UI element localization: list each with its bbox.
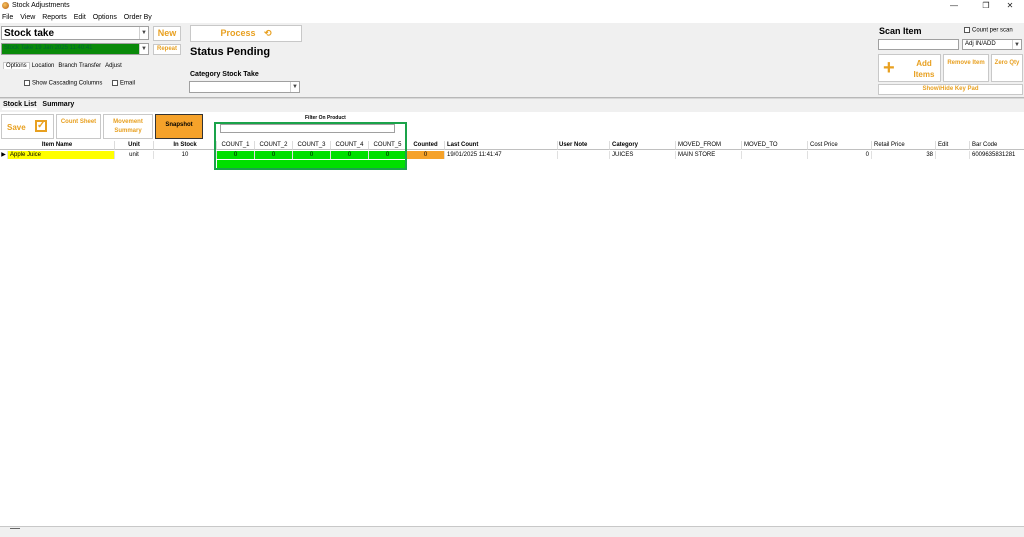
column-header-category[interactable]: Category bbox=[610, 141, 676, 150]
stock-take-session-select[interactable]: Stock Take 19 Jan 2025 11:40:41 ▼ bbox=[1, 43, 149, 55]
cell-counted[interactable]: 0 bbox=[407, 151, 445, 159]
adjust-mode-value: Adj IN/ADD bbox=[965, 41, 996, 47]
chevron-down-icon: ▼ bbox=[1012, 40, 1021, 49]
cascading-columns-checkbox[interactable]: Show Cascading Columns bbox=[24, 80, 102, 87]
cell-user-note[interactable] bbox=[558, 151, 610, 159]
checkmark-icon: ✓ bbox=[35, 120, 47, 132]
add-items-button[interactable]: + Add Items bbox=[878, 54, 941, 82]
stock-take-type-value: Stock take bbox=[4, 28, 55, 39]
scan-item-label: Scan Item bbox=[879, 26, 922, 36]
app-icon bbox=[2, 2, 9, 9]
chevron-down-icon: ▼ bbox=[139, 44, 148, 54]
chevron-down-icon: ▼ bbox=[139, 27, 148, 39]
movement-summary-button[interactable]: Movement Summary bbox=[103, 114, 153, 139]
snapshot-button[interactable]: Snapshot bbox=[155, 114, 203, 139]
save-label: Save bbox=[7, 123, 26, 132]
filter-label: Filter On Product bbox=[305, 115, 346, 121]
refresh-icon: ⟲ bbox=[264, 28, 272, 38]
category-label: Category Stock Take bbox=[190, 71, 259, 78]
repeat-button[interactable]: Repeat bbox=[153, 44, 181, 55]
chevron-down-icon: ▼ bbox=[290, 82, 299, 92]
stock-take-session-value: Stock Take 19 Jan 2025 11:40:41 bbox=[4, 45, 93, 51]
stock-grid: Item Name Unit In Stock COUNT_1 COUNT_2 … bbox=[0, 141, 1024, 526]
status-label: Status Pending bbox=[190, 46, 271, 58]
cell-retail-price[interactable]: 38 bbox=[872, 151, 936, 159]
count-sheet-button[interactable]: Count Sheet bbox=[56, 114, 101, 139]
menu-file[interactable]: File bbox=[2, 12, 13, 23]
minimize-button[interactable]: — bbox=[940, 0, 968, 12]
zero-qty-button[interactable]: Zero Qty bbox=[991, 54, 1023, 82]
cell-last-count[interactable]: 19/01/2025 11:41:47 bbox=[445, 151, 558, 159]
status-bar bbox=[0, 526, 1024, 537]
title-bar: Stock Adjustments — ❐ ✕ bbox=[0, 0, 1024, 12]
save-button[interactable]: Save ✓ bbox=[1, 114, 54, 139]
menu-bar: File View Reports Edit Options Order By bbox=[0, 12, 1024, 23]
tab-summary[interactable]: Summary bbox=[39, 101, 77, 108]
row-pointer-icon: ▶ bbox=[0, 151, 8, 159]
category-select[interactable]: ▼ bbox=[189, 81, 300, 93]
menu-view[interactable]: View bbox=[20, 12, 35, 23]
count-per-scan-label: Count per scan bbox=[972, 27, 1013, 34]
column-header-cost-price[interactable]: Cost Price bbox=[808, 141, 872, 150]
email-checkbox[interactable]: Email bbox=[112, 80, 135, 87]
stock-list-toolbar: Save ✓ Count Sheet Movement Summary Snap… bbox=[0, 112, 1024, 141]
menu-options[interactable]: Options bbox=[93, 12, 117, 23]
checkbox-box bbox=[24, 80, 30, 86]
cell-edit[interactable] bbox=[936, 151, 970, 159]
top-panel: Stock take ▼ Stock Take 19 Jan 2025 11:4… bbox=[0, 23, 1024, 98]
grip-handle[interactable] bbox=[10, 528, 20, 529]
new-button[interactable]: New bbox=[153, 26, 181, 41]
menu-reports[interactable]: Reports bbox=[42, 12, 67, 23]
column-header-item-name[interactable]: Item Name bbox=[0, 141, 115, 150]
checkbox-box bbox=[964, 27, 970, 33]
column-header-user-note[interactable]: User Note bbox=[558, 141, 610, 150]
cell-moved-to[interactable] bbox=[742, 151, 808, 159]
option-tabs: Options Location Branch Transfer Adjust bbox=[3, 62, 124, 69]
cell-moved-from[interactable]: MAIN STORE bbox=[676, 151, 742, 159]
cell-cost-price[interactable]: 0 bbox=[808, 151, 872, 159]
cell-item-name[interactable]: Apple Juice bbox=[8, 151, 115, 159]
process-label: Process bbox=[220, 28, 256, 38]
column-header-bar-code[interactable]: Bar Code bbox=[970, 141, 1024, 150]
cell-unit[interactable]: unit bbox=[115, 151, 154, 159]
add-items-label: Add Items bbox=[913, 59, 935, 79]
tab-adjust[interactable]: Adjust bbox=[103, 63, 124, 69]
menu-edit[interactable]: Edit bbox=[74, 12, 86, 23]
plus-icon: + bbox=[883, 57, 895, 79]
tab-location[interactable]: Location bbox=[30, 63, 57, 69]
cell-bar-code[interactable]: 6009635831281 bbox=[970, 151, 1024, 159]
separator bbox=[0, 97, 1024, 99]
column-header-unit[interactable]: Unit bbox=[115, 141, 154, 150]
cascading-columns-label: Show Cascading Columns bbox=[32, 80, 103, 87]
tab-stock-list[interactable]: Stock List bbox=[2, 101, 38, 110]
column-header-in-stock[interactable]: In Stock bbox=[154, 141, 217, 150]
adjust-mode-select[interactable]: Adj IN/ADD ▼ bbox=[962, 39, 1022, 50]
scan-item-input[interactable] bbox=[878, 39, 959, 50]
keypad-toggle-button[interactable]: Show\Hide Key Pad bbox=[878, 84, 1023, 95]
email-label: Email bbox=[120, 80, 136, 87]
column-header-last-count[interactable]: Last Count bbox=[445, 141, 558, 150]
tab-options[interactable]: Options bbox=[3, 62, 30, 69]
cell-in-stock[interactable]: 10 bbox=[154, 151, 217, 159]
column-header-retail-price[interactable]: Retail Price bbox=[872, 141, 936, 150]
highlight-box bbox=[214, 122, 407, 170]
process-button[interactable]: Process ⟲ bbox=[190, 25, 302, 42]
stock-take-type-select[interactable]: Stock take ▼ bbox=[1, 26, 149, 40]
column-header-moved-from[interactable]: MOVED_FROM bbox=[676, 141, 742, 150]
column-header-moved-to[interactable]: MOVED_TO bbox=[742, 141, 808, 150]
cell-category[interactable]: JUICES bbox=[610, 151, 676, 159]
window-title: Stock Adjustments bbox=[12, 2, 70, 9]
tab-branch-transfer[interactable]: Branch Transfer bbox=[56, 63, 103, 69]
column-header-counted[interactable]: Counted bbox=[407, 141, 445, 150]
list-tabs: Stock List Summary bbox=[2, 101, 77, 110]
close-button[interactable]: ✕ bbox=[996, 0, 1024, 12]
checkbox-box bbox=[112, 80, 118, 86]
count-per-scan-checkbox[interactable]: Count per scan bbox=[964, 27, 1013, 34]
remove-item-button[interactable]: Remove Item bbox=[943, 54, 989, 82]
menu-order-by[interactable]: Order By bbox=[124, 12, 152, 23]
column-header-edit[interactable]: Edit bbox=[936, 141, 970, 150]
